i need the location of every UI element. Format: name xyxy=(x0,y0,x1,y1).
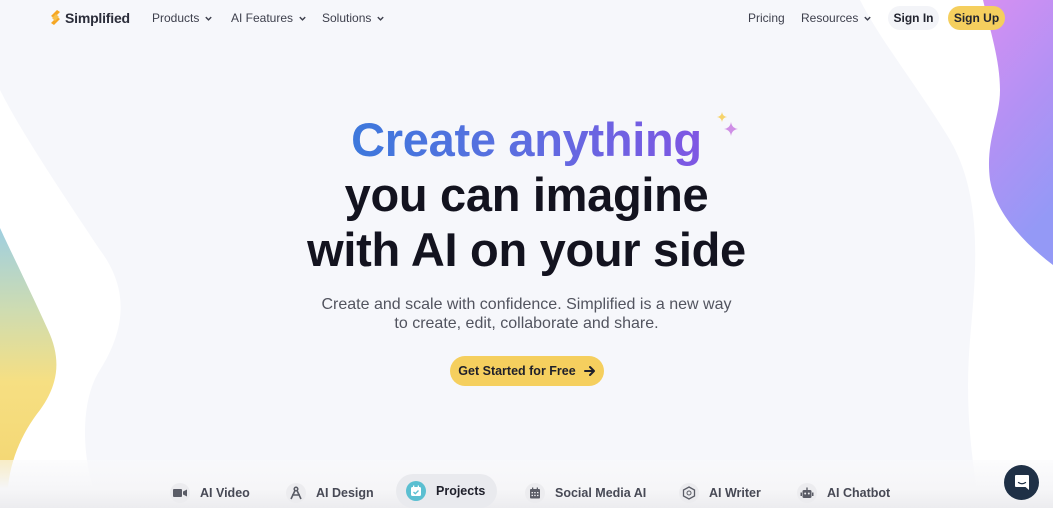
chat-icon xyxy=(1014,475,1029,490)
logo-text: Simplified xyxy=(65,10,130,26)
tab-ai-writer[interactable]: AI Writer xyxy=(679,476,761,508)
nav-item-label: Products xyxy=(152,11,200,25)
tab-label: Projects xyxy=(436,484,486,498)
tab-label: Social Media AI xyxy=(555,486,647,500)
nav-item-solutions[interactable]: Solutions xyxy=(322,11,385,25)
calendar-check-icon xyxy=(406,481,426,501)
get-started-button[interactable]: Get Started for Free xyxy=(450,356,604,386)
tab-ai-design[interactable]: AI Design xyxy=(286,476,374,508)
hexagon-icon xyxy=(679,483,699,503)
headline-line-1: Create anything xyxy=(0,112,1053,167)
nav-item-resources[interactable]: Resources xyxy=(801,11,872,25)
subtitle-line-2: to create, edit, collaborate and share. xyxy=(394,315,659,332)
chevron-down-icon xyxy=(299,16,306,21)
nav-item-label: Solutions xyxy=(322,11,372,25)
headline-gradient-text: Create anything xyxy=(351,113,702,166)
calendar-icon xyxy=(525,483,545,503)
cta-label: Get Started for Free xyxy=(458,364,576,378)
tab-social-media-ai[interactable]: Social Media AI xyxy=(525,476,646,508)
hero-subtitle: Create and scale with confidence. Simpli… xyxy=(0,295,1053,333)
sign-in-button[interactable]: Sign In xyxy=(888,6,939,30)
sparkle-small-icon xyxy=(717,112,727,122)
nav-item-products[interactable]: Products xyxy=(152,11,213,25)
nav-item-label: AI Features xyxy=(231,11,294,25)
tab-ai-chatbot[interactable]: AI Chatbot xyxy=(797,476,890,508)
headline-line-3: with AI on your side xyxy=(307,223,746,276)
chevron-down-icon xyxy=(377,16,385,21)
tab-ai-video[interactable]: AI Video xyxy=(170,476,250,508)
compass-icon xyxy=(286,483,306,503)
arrow-right-icon xyxy=(583,366,595,376)
tab-projects[interactable]: Projects xyxy=(396,474,498,508)
chat-widget-button[interactable] xyxy=(1004,465,1039,500)
subtitle-line-1: Create and scale with confidence. Simpli… xyxy=(321,296,732,313)
tab-label: AI Writer xyxy=(709,486,761,500)
tab-label: AI Chatbot xyxy=(827,486,891,500)
sparkle-large-icon xyxy=(724,122,738,136)
headline-line-2: you can imagine xyxy=(344,168,709,221)
chevron-down-icon xyxy=(864,16,872,21)
logo[interactable]: Simplified xyxy=(49,9,130,27)
tab-label: AI Design xyxy=(316,486,374,500)
sign-up-button[interactable]: Sign Up xyxy=(948,6,1005,30)
video-camera-icon xyxy=(170,483,190,503)
logo-icon xyxy=(51,10,60,25)
nav-item-ai-features[interactable]: AI Features xyxy=(231,11,307,25)
nav-item-label: Resources xyxy=(801,11,859,25)
nav-item-pricing[interactable]: Pricing xyxy=(748,11,785,25)
nav-item-label: Pricing xyxy=(748,11,785,25)
chevron-down-icon xyxy=(205,16,213,21)
robot-icon xyxy=(797,483,817,503)
tab-label: AI Video xyxy=(200,486,250,500)
top-navigation: Simplified Products AI Features Solution… xyxy=(0,0,1053,38)
